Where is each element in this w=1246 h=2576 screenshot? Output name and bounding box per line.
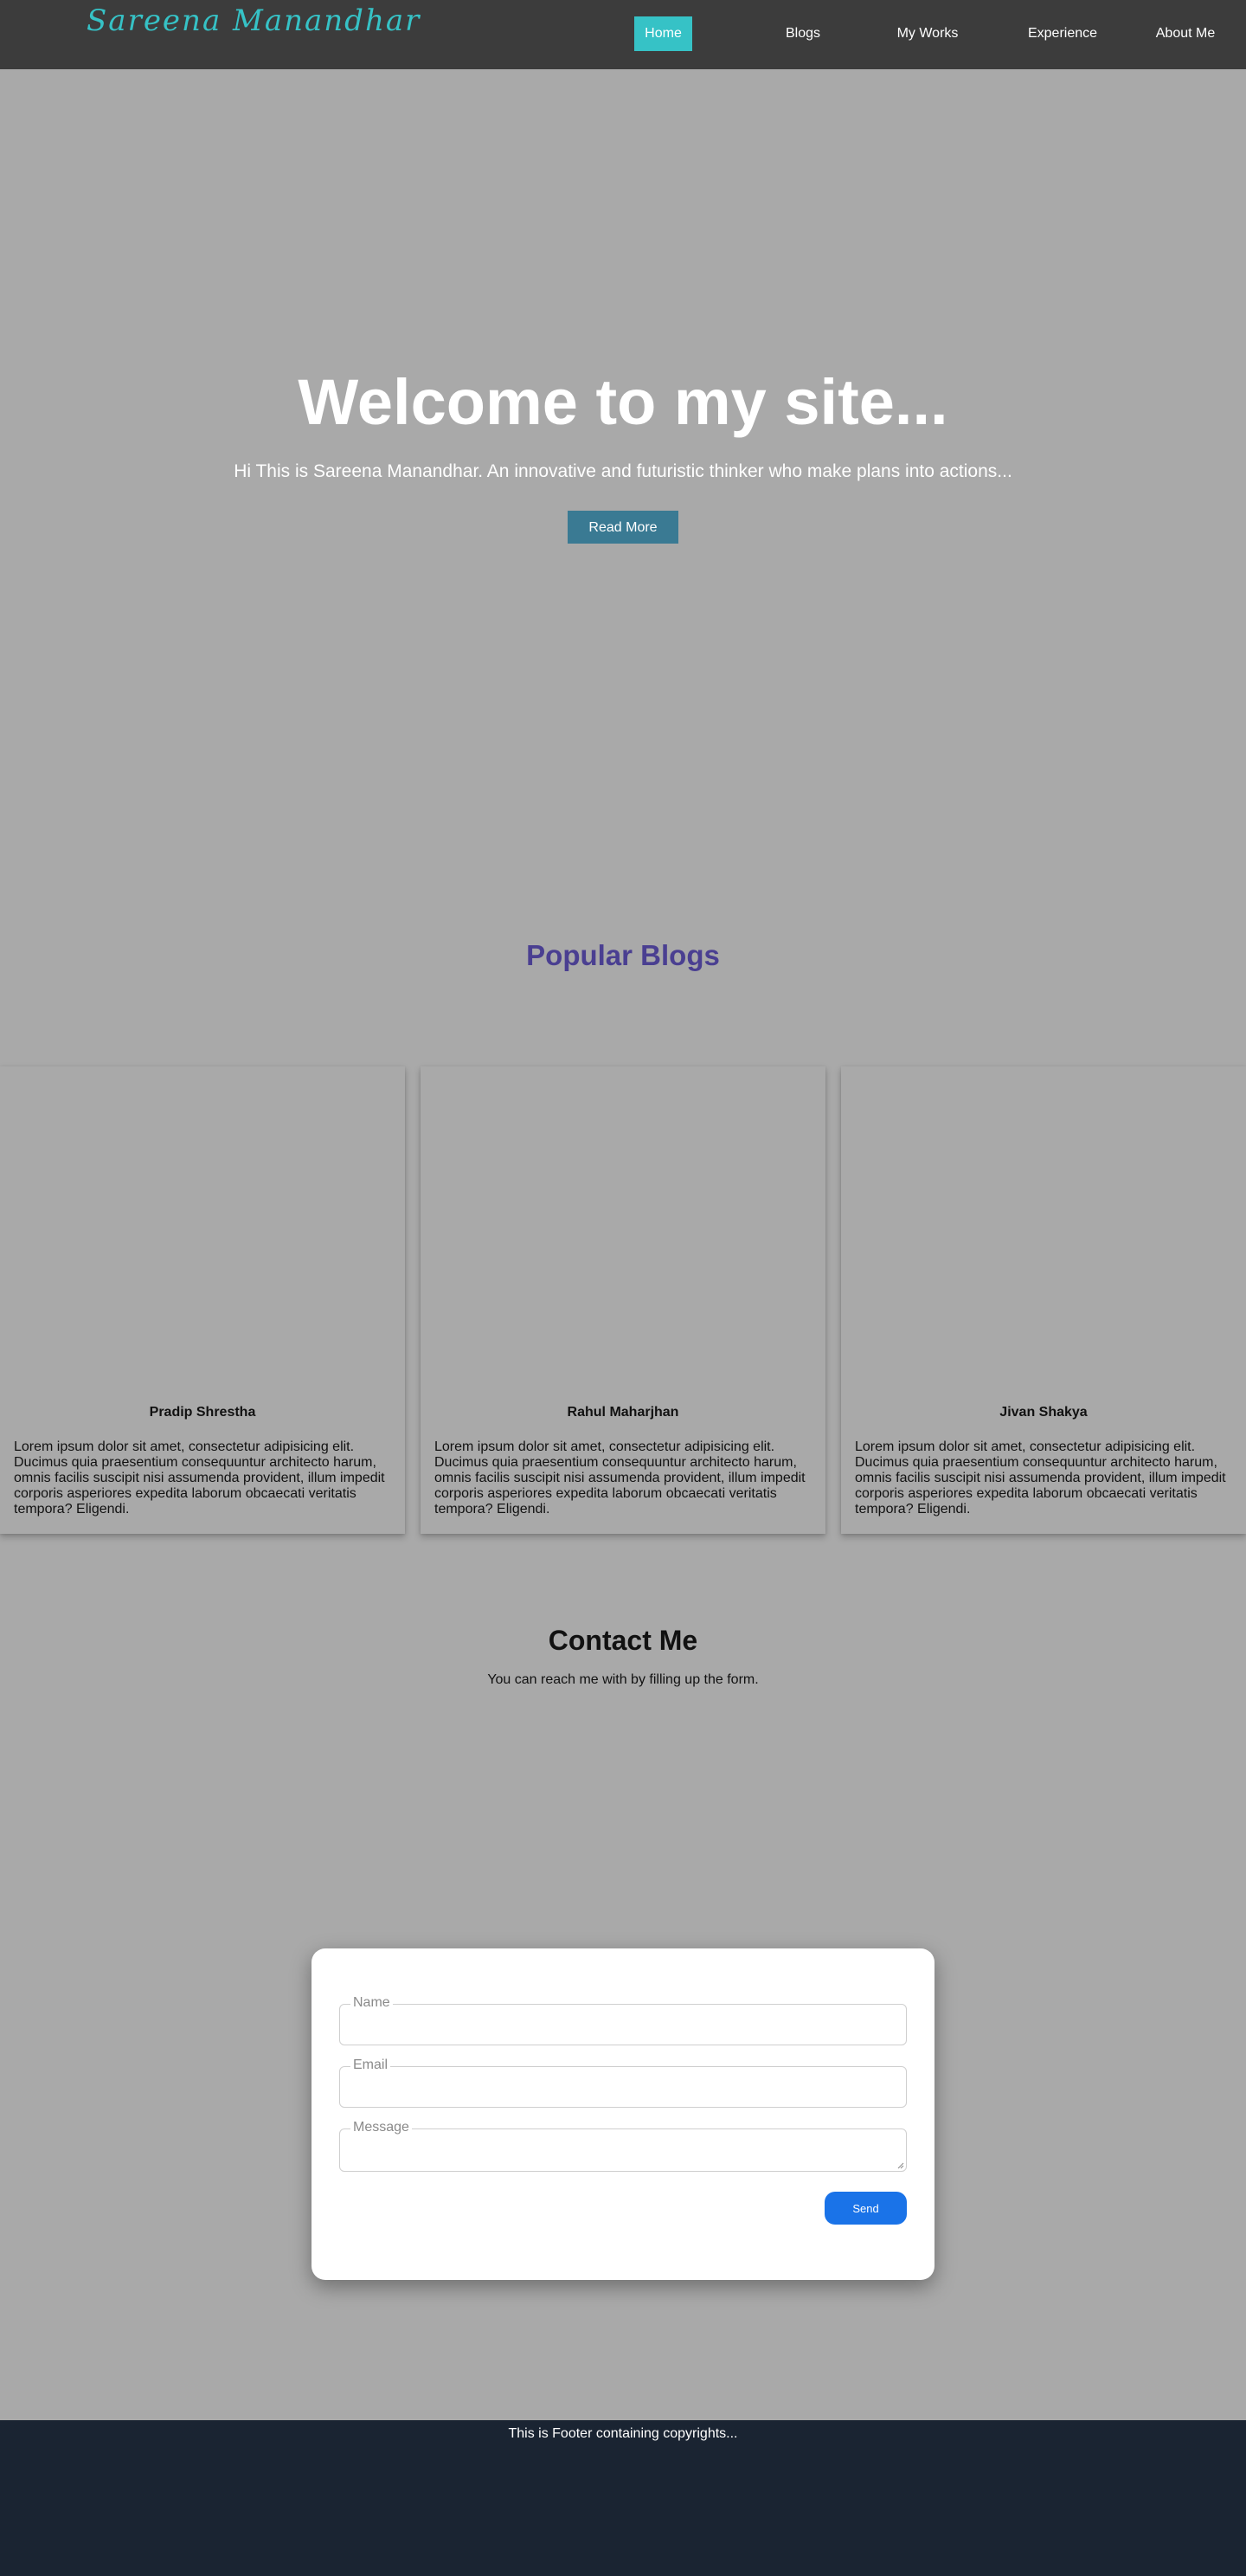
nav-link-blogs[interactable]: Blogs: [768, 16, 838, 51]
navbar: Sareena Manandhar Home Blogs My Works Ex…: [0, 0, 1246, 69]
footer: This is Footer containing copyrights...: [0, 2420, 1246, 2576]
hero-subtitle: Hi This is Sareena Manandhar. An innovat…: [234, 461, 1012, 481]
nav-link-about-me[interactable]: About Me: [1144, 16, 1227, 51]
hero-title: Welcome to my site...: [298, 366, 948, 438]
blog-card[interactable]: Pradip Shrestha Lorem ipsum dolor sit am…: [0, 1066, 405, 1534]
email-field[interactable]: Email: [339, 2058, 907, 2108]
nav-link-experience[interactable]: Experience: [1018, 16, 1108, 51]
blog-author: Pradip Shrestha: [149, 1405, 256, 1420]
nav-link-home[interactable]: Home: [634, 16, 692, 51]
contact-form: Name Email Message Send: [312, 1948, 934, 2280]
blog-author: Jivan Shakya: [999, 1405, 1088, 1420]
name-field[interactable]: Name: [339, 1995, 907, 2045]
blog-excerpt: Lorem ipsum dolor sit amet, consectetur …: [434, 1439, 806, 1517]
contact-title: Contact Me: [548, 1625, 698, 1656]
resize-grip-icon[interactable]: [897, 2162, 904, 2169]
blog-card[interactable]: Rahul Maharjhan Lorem ipsum dolor sit am…: [421, 1066, 825, 1534]
name-field-label: Name: [350, 1995, 393, 2011]
email-field-label: Email: [350, 2058, 391, 2073]
blog-excerpt: Lorem ipsum dolor sit amet, consectetur …: [14, 1439, 385, 1517]
footer-text: This is Footer containing copyrights...: [508, 2426, 738, 2441]
message-field-label: Message: [350, 2120, 412, 2135]
blog-card[interactable]: Jivan Shakya Lorem ipsum dolor sit amet,…: [841, 1066, 1246, 1534]
blog-author: Rahul Maharjhan: [567, 1405, 679, 1420]
read-more-button[interactable]: Read More: [568, 511, 678, 544]
brand-logo[interactable]: Sareena Manandhar: [87, 3, 421, 38]
send-button[interactable]: Send: [825, 2192, 907, 2225]
blogs-section-title: Popular Blogs: [526, 939, 720, 971]
nav-link-my-works[interactable]: My Works: [886, 16, 969, 51]
contact-subtitle: You can reach me with by filling up the …: [487, 1672, 759, 1687]
message-field[interactable]: Message: [339, 2120, 907, 2172]
blog-excerpt: Lorem ipsum dolor sit amet, consectetur …: [855, 1439, 1226, 1517]
